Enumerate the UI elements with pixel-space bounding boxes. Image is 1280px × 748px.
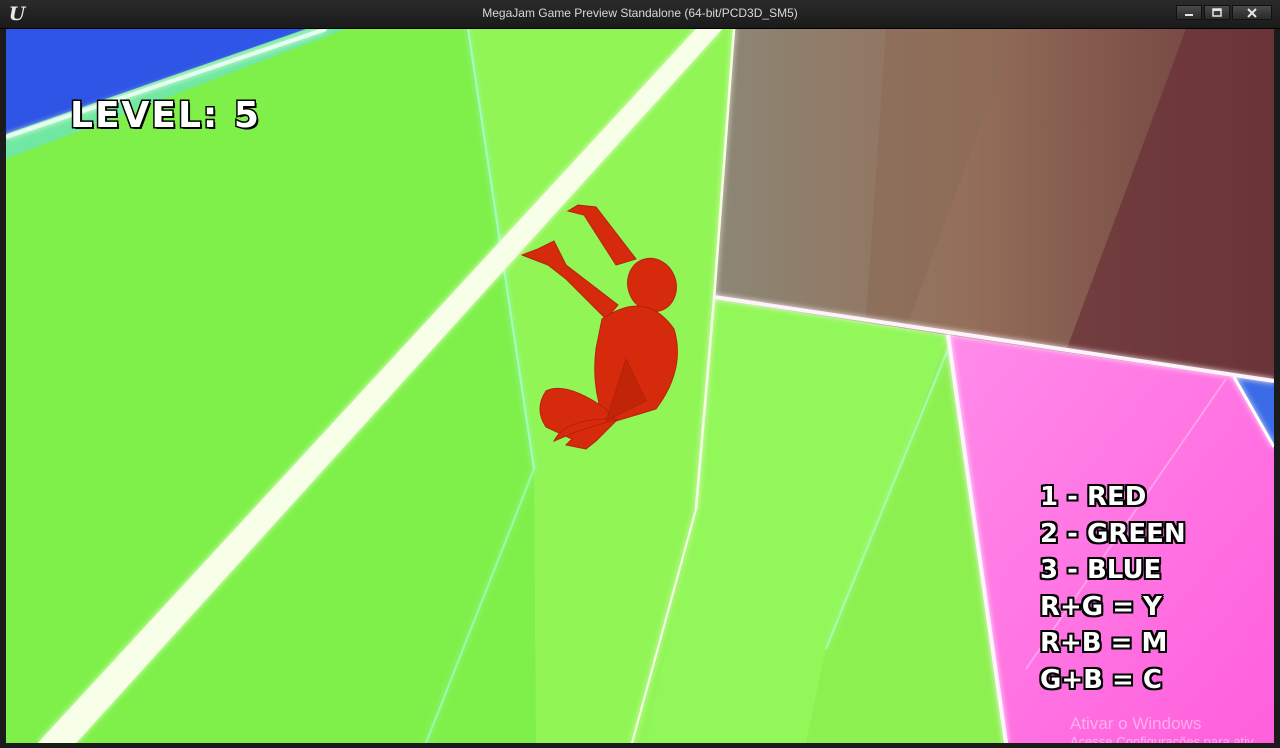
color-key-legend: 1 - RED 2 - GREEN 3 - BLUE R+G = Y R+B =… [1040,479,1250,699]
legend-item-red: 1 - RED [1040,482,1147,512]
watermark-title: Ativar o Windows [1070,714,1202,733]
legend-item-yellow: R+G = Y [1040,591,1162,622]
minimize-icon [1185,13,1193,16]
legend-item-cyan: G+B = C [1040,664,1162,695]
windows-activation-watermark: Ativar o Windows Acesse Configurações pa… [1070,714,1254,744]
green-wall-left [6,29,536,743]
maximize-button[interactable] [1204,5,1230,20]
minimize-button[interactable] [1176,5,1202,20]
watermark-subtitle: Acesse Configurações para ativ [1070,734,1254,743]
legend-item-magenta: R+B = M [1040,628,1168,659]
game-viewport[interactable]: LEVEL: 5 1 - RED 2 - GREEN 3 - BLUE R+G … [6,29,1274,743]
legend-item-blue: 3 - BLUE [1040,555,1162,586]
window-titlebar[interactable]: U MegaJam Game Preview Standalone (64-bi… [0,0,1280,29]
legend-item-green: 2 - GREEN [1040,518,1186,549]
window-controls [1176,5,1272,21]
close-icon [1247,7,1257,18]
maximize-icon [1212,8,1222,17]
level-indicator: LEVEL: 5 [69,94,261,138]
window-title: MegaJam Game Preview Standalone (64-bit/… [482,6,798,20]
close-button[interactable] [1232,5,1272,20]
